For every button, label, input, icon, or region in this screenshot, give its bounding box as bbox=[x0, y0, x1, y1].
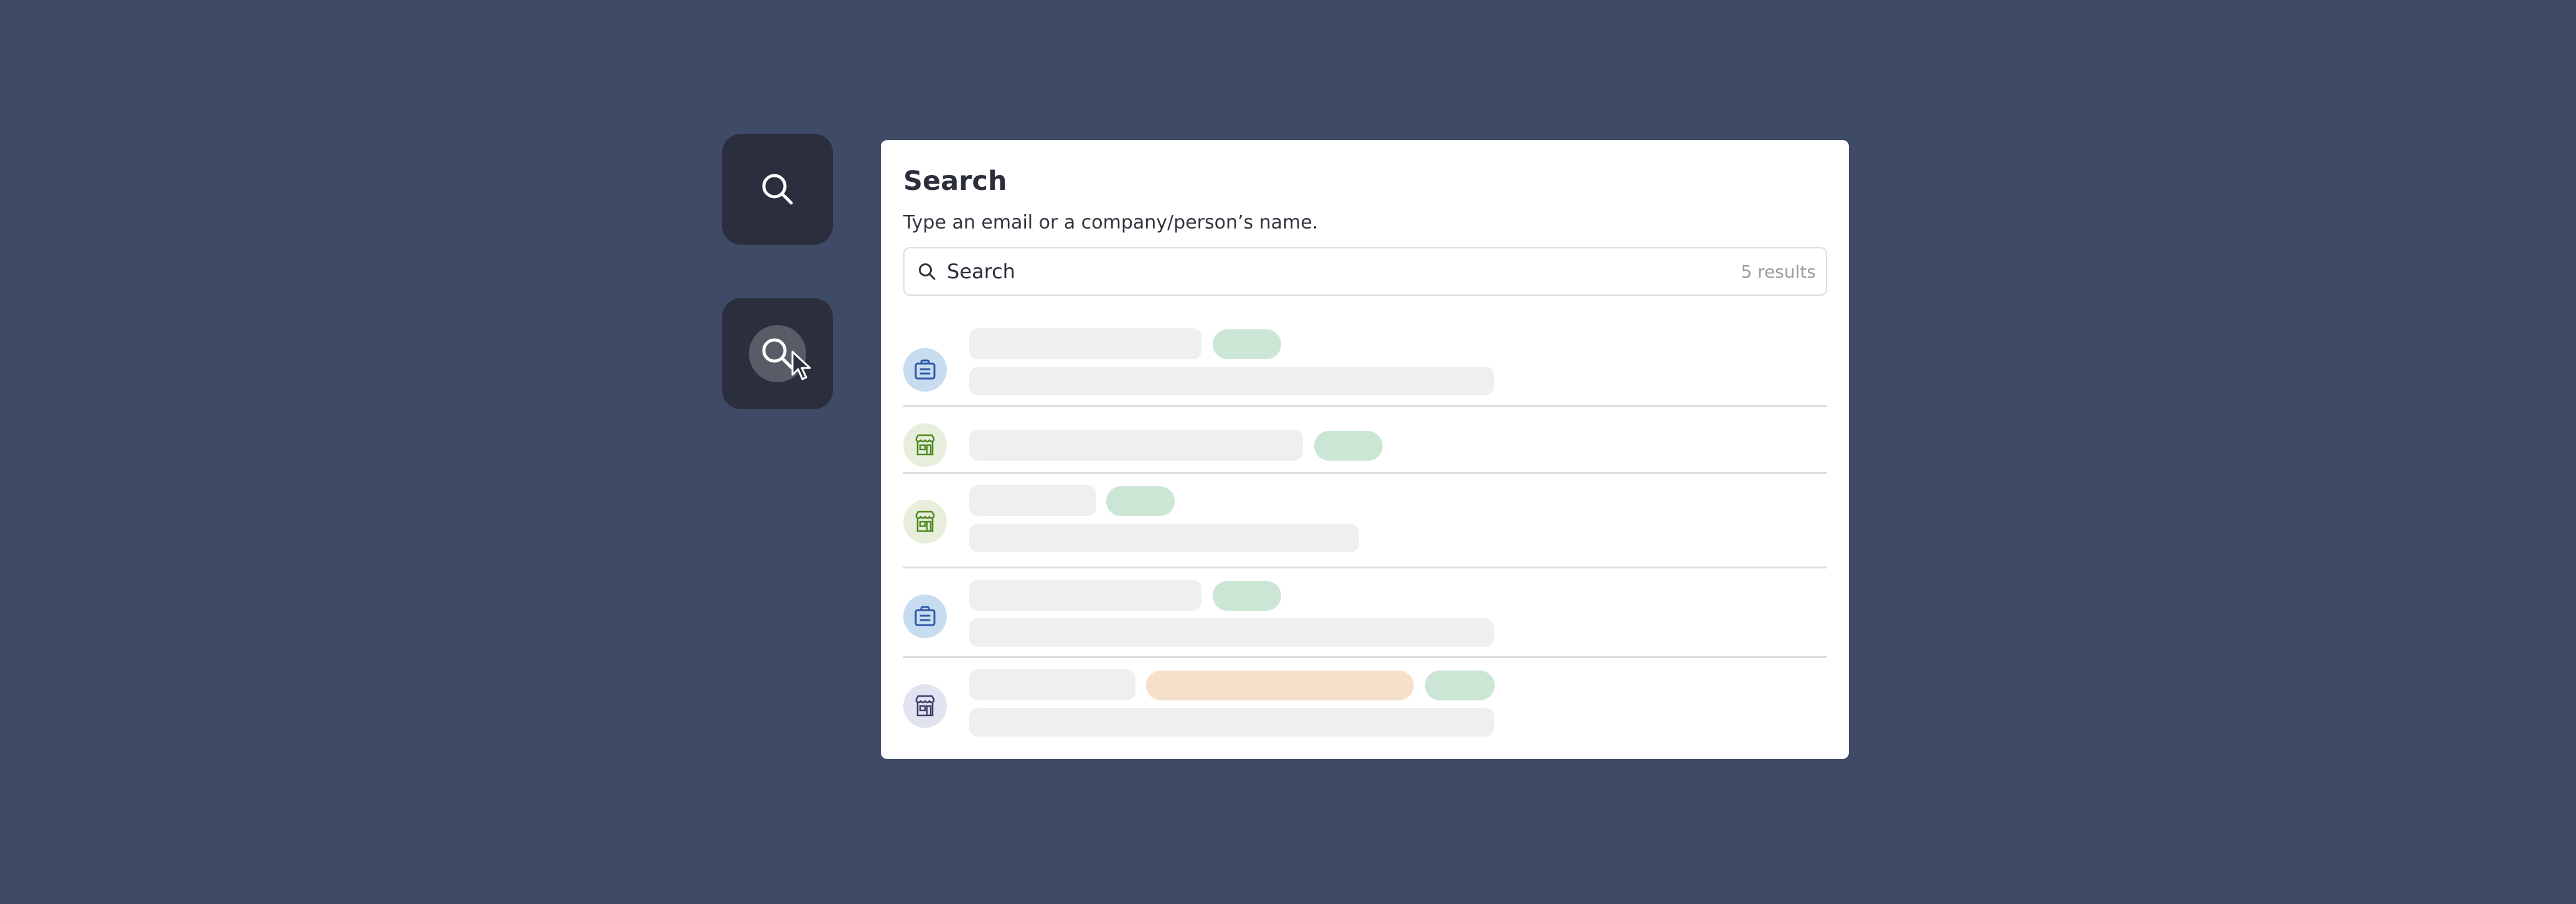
search-field[interactable]: 5 results bbox=[903, 247, 1827, 296]
search-tile-button[interactable] bbox=[722, 134, 833, 245]
skeleton-tag bbox=[1213, 329, 1281, 359]
result-item[interactable] bbox=[903, 580, 1827, 661]
skeleton-tag bbox=[1314, 431, 1383, 461]
skeleton-title bbox=[969, 669, 1135, 700]
skeleton-tag bbox=[1425, 671, 1495, 700]
result-item[interactable] bbox=[903, 328, 1827, 412]
divider bbox=[903, 656, 1827, 658]
skeleton-title bbox=[969, 580, 1201, 611]
briefcase-icon bbox=[914, 606, 936, 626]
search-icon bbox=[762, 174, 793, 205]
search-panel: Search Type an email or a company/person… bbox=[881, 140, 1849, 759]
divider bbox=[903, 472, 1827, 474]
skeleton-tag bbox=[1106, 486, 1175, 516]
panel-subtitle: Type an email or a company/person’s name… bbox=[903, 212, 1319, 233]
storefront-icon bbox=[915, 434, 935, 456]
result-avatar bbox=[903, 595, 947, 638]
results-count: 5 results bbox=[1741, 261, 1816, 282]
storefront-icon bbox=[915, 695, 935, 717]
mouse-cursor-icon bbox=[791, 351, 811, 380]
skeleton-tag bbox=[1213, 581, 1281, 611]
search-tile-button-hover[interactable] bbox=[722, 298, 833, 409]
storefront-icon bbox=[915, 511, 935, 532]
search-icon bbox=[916, 260, 938, 283]
skeleton-title bbox=[969, 485, 1096, 516]
search-input[interactable] bbox=[947, 260, 1681, 283]
result-avatar bbox=[903, 500, 947, 544]
skeleton-subtitle bbox=[969, 618, 1494, 647]
result-avatar bbox=[903, 423, 947, 467]
divider bbox=[903, 567, 1827, 568]
divider bbox=[903, 405, 1827, 407]
skeleton-title bbox=[969, 430, 1303, 461]
skeleton-title bbox=[969, 328, 1201, 359]
result-avatar bbox=[903, 684, 947, 728]
result-avatar bbox=[903, 348, 947, 392]
skeleton-subtitle bbox=[969, 708, 1494, 737]
result-item[interactable] bbox=[903, 423, 1827, 486]
result-item[interactable] bbox=[903, 485, 1827, 572]
briefcase-icon bbox=[914, 359, 936, 380]
panel-title: Search bbox=[903, 166, 1007, 197]
skeleton-tag-orange bbox=[1146, 671, 1414, 700]
skeleton-subtitle bbox=[969, 524, 1359, 552]
skeleton-subtitle bbox=[969, 367, 1494, 395]
result-item[interactable] bbox=[903, 669, 1827, 750]
